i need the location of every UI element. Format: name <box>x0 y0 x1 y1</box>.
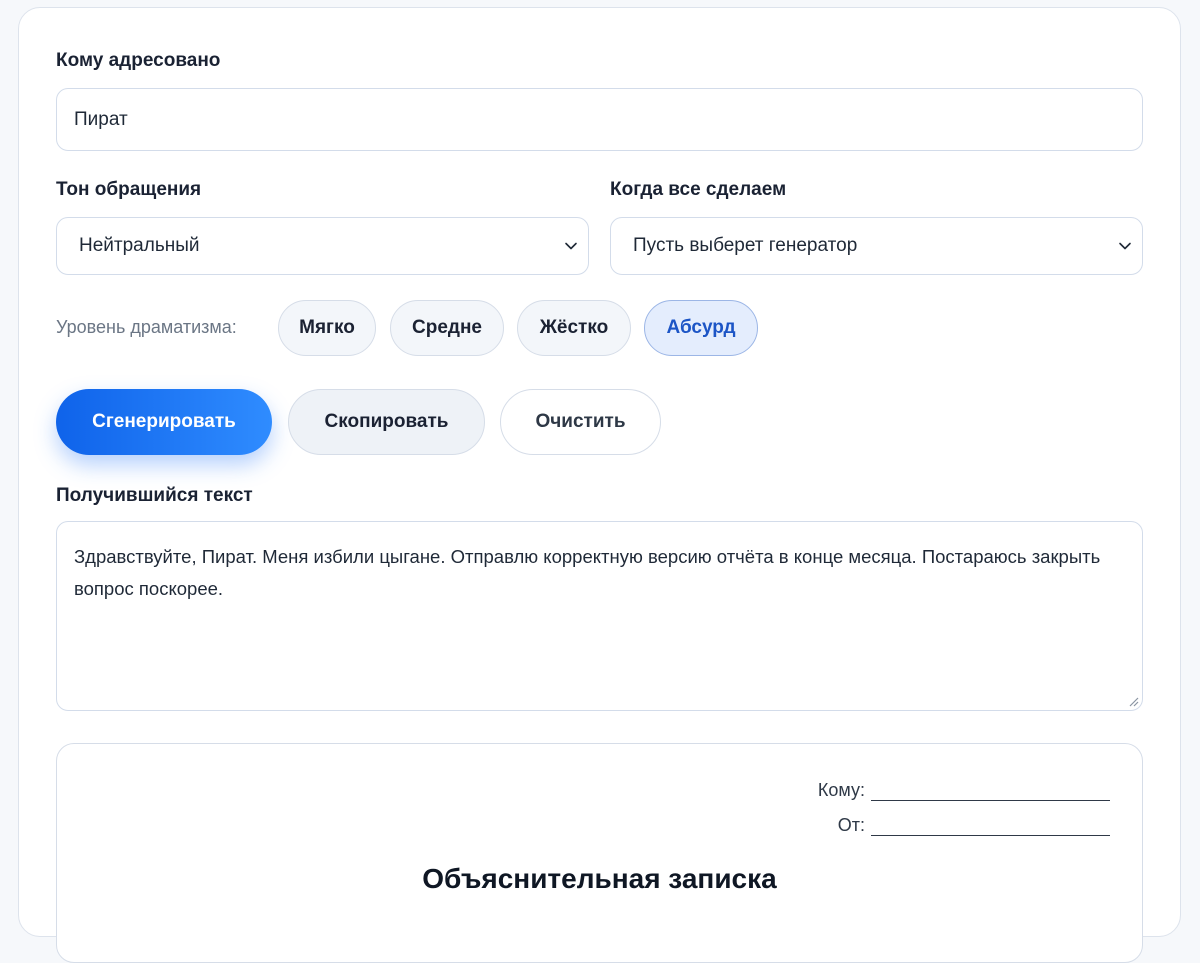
doc-from-label: От: <box>837 815 865 835</box>
result-text: Здравствуйте, Пират. Меня избили цыгане.… <box>74 546 1101 599</box>
drama-option-hard[interactable]: Жёстко <box>517 300 631 356</box>
tone-label: Тон обращения <box>56 179 202 200</box>
doc-title: Объяснительная записка <box>422 863 777 894</box>
recipient-input[interactable]: Пират <box>56 88 1143 151</box>
tone-select-value: Нейтральный <box>79 235 200 256</box>
chevron-down-icon <box>1119 242 1131 250</box>
document-preview: Кому: От: Объяснительная записка <box>56 743 1143 963</box>
doc-to-row: Кому: <box>818 780 1110 801</box>
drama-option-medium[interactable]: Средне <box>390 300 504 356</box>
clear-button[interactable]: Очистить <box>500 389 661 455</box>
drama-option-soft[interactable]: Мягко <box>278 300 376 356</box>
generate-button[interactable]: Сгенерировать <box>56 389 272 455</box>
result-textarea[interactable]: Здравствуйте, Пират. Меня избили цыгане.… <box>56 521 1143 711</box>
when-label: Когда все сделаем <box>610 179 787 200</box>
recipient-label: Кому адресовано <box>56 50 221 71</box>
doc-to-line <box>871 783 1110 801</box>
result-label: Получившийся текст <box>56 485 253 506</box>
copy-button[interactable]: Скопировать <box>288 389 485 455</box>
doc-from-line <box>871 818 1110 836</box>
recipient-input-value: Пират <box>74 108 128 130</box>
drama-level-label: Уровень драматизма: <box>56 317 237 337</box>
resize-handle-icon[interactable] <box>1128 696 1139 707</box>
chevron-down-icon <box>565 242 577 250</box>
drama-option-absurd[interactable]: Абсурд <box>644 300 758 356</box>
doc-to-label: Кому: <box>817 780 865 800</box>
form-card: Кому адресовано Пират Тон обращения Нейт… <box>18 7 1181 963</box>
tone-select[interactable]: Нейтральный <box>56 217 589 275</box>
when-select[interactable]: Пусть выберет генератор <box>610 217 1143 275</box>
when-select-value: Пусть выберет генератор <box>633 235 858 256</box>
doc-from-row: От: <box>838 815 1110 836</box>
